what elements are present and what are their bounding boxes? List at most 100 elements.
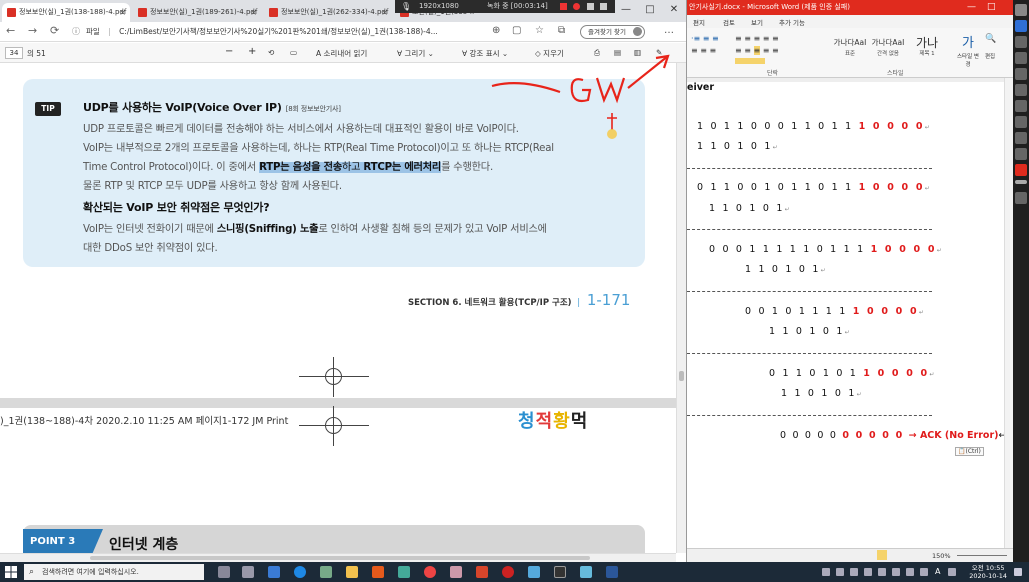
style-change-icon[interactable]: 가 (959, 32, 977, 51)
bullets-icon[interactable]: ·≡ ≡ ≡ (691, 34, 731, 43)
menu-item[interactable]: 검토 (723, 17, 735, 27)
task-view-icon[interactable] (218, 566, 230, 578)
cloud-icon[interactable] (836, 568, 844, 576)
minimize-button[interactable]: — (614, 0, 638, 20)
pen-icon[interactable] (600, 3, 607, 10)
read-aloud-button[interactable]: A 소리내어 읽기 (316, 48, 367, 59)
color-swatch-icon[interactable] (1015, 164, 1027, 176)
style-no-spacing[interactable]: 가나다AaI 간격 없음 (870, 36, 906, 62)
menu-item[interactable]: 편지 (693, 17, 705, 27)
clear-icon[interactable] (1015, 148, 1027, 160)
terminal-icon[interactable] (554, 566, 566, 578)
network-icon[interactable] (892, 568, 900, 576)
edge-icon[interactable] (294, 566, 306, 578)
menu-item[interactable]: 추가 기능 (779, 17, 805, 27)
search-app-icon[interactable] (320, 566, 332, 578)
pin-icon[interactable]: ✎ (656, 48, 662, 57)
collections-icon[interactable]: ⧉ (558, 25, 565, 36)
eraser-icon[interactable] (1015, 116, 1027, 128)
camera-icon[interactable] (587, 3, 594, 10)
address-input[interactable]: 파일 | C:/LimBest/보안기사책/정보보안기사%20실기%201판%2… (86, 26, 438, 37)
align-icon[interactable]: ≡ ≡ ≡ (691, 46, 731, 55)
print-icon[interactable]: ⎙ (594, 48, 600, 58)
read-mode-icon[interactable]: ▢ (512, 25, 521, 36)
fit-page-icon[interactable]: ▭ (290, 48, 297, 57)
word-icon[interactable] (606, 566, 618, 578)
paragraph-tools[interactable]: ≡ ≡ ≡ ≡ ≡ (735, 34, 825, 43)
save-icon[interactable]: ▤ (614, 48, 621, 57)
text-icon[interactable] (1015, 132, 1027, 144)
edit-label[interactable]: 편집 (985, 52, 995, 60)
powerpoint-icon[interactable] (476, 566, 488, 578)
app-icon[interactable] (528, 566, 540, 578)
person-icon[interactable] (822, 568, 830, 576)
file-explorer-icon[interactable] (346, 566, 358, 578)
arrow-icon[interactable] (1015, 84, 1027, 96)
word-document[interactable]: eiver 1 0 1 1 0 0 0 1 1 0 1 1 1 0 0 0 0↵… (687, 78, 1013, 548)
vertical-scrollbar[interactable] (1004, 78, 1013, 548)
menu-item[interactable]: 보기 (751, 17, 763, 27)
close-icon[interactable] (1015, 4, 1027, 16)
view-mode-icon[interactable] (877, 550, 887, 560)
scrollbar-thumb[interactable] (90, 556, 590, 560)
notifications-icon[interactable] (1014, 568, 1022, 576)
zoom-out-button[interactable]: − (225, 46, 233, 57)
forward-button[interactable]: → (28, 24, 37, 37)
favorites-button[interactable]: 즐겨찾기 찾기 (580, 25, 645, 39)
office-icon[interactable] (372, 566, 384, 578)
horizontal-scrollbar[interactable] (0, 553, 676, 562)
chevron-up-icon[interactable] (850, 568, 858, 576)
tab-pdf-262[interactable]: 정보보안(실)_1권(262-334)-4.pdf × (264, 3, 392, 22)
pen-icon[interactable] (1015, 20, 1027, 32)
vertical-scrollbar[interactable] (676, 63, 686, 553)
scrollbar-thumb[interactable] (679, 371, 684, 381)
style-change-label[interactable]: 스타일 변경 (955, 52, 981, 68)
reload-button[interactable]: ⟳ (50, 24, 59, 37)
shading-icon[interactable] (735, 58, 765, 64)
zoom-in-button[interactable]: + (248, 46, 256, 57)
battery-icon[interactable] (920, 568, 928, 576)
maximize-button[interactable]: □ (638, 0, 662, 20)
save-as-icon[interactable]: ▥ (634, 48, 641, 57)
style-normal[interactable]: 가나다AaI 표준 (832, 36, 868, 62)
taskbar-search-input[interactable]: ⌕ 검색하려면 여기에 입력하십시오. (24, 564, 204, 580)
close-icon[interactable]: × (250, 3, 257, 22)
app-icon[interactable] (450, 566, 462, 578)
page-number-input[interactable]: 34 (5, 47, 23, 59)
stop-icon[interactable] (573, 3, 580, 10)
volume-icon[interactable] (906, 568, 914, 576)
close-icon[interactable]: × (381, 3, 388, 22)
indent-tools[interactable]: ≡ ≡ ≡ ≡ ≡ (735, 46, 825, 55)
rectangle-icon[interactable] (1015, 100, 1027, 112)
back-button[interactable]: ← (6, 24, 15, 37)
close-button[interactable]: ✕ (662, 0, 686, 20)
highlighter-icon[interactable] (1015, 52, 1027, 64)
tray-app-icon[interactable] (878, 568, 886, 576)
tray-app-icon[interactable] (864, 568, 872, 576)
info-icon[interactable]: ⓘ (72, 26, 80, 37)
tab-pdf-138[interactable]: 정보보안(실)_1권(138-188)-4.pdf × (2, 3, 130, 22)
paste-options-popup[interactable]: 📋(Ctrl) (955, 447, 984, 456)
windows-start-icon[interactable] (4, 565, 18, 579)
minimize-button[interactable]: — (967, 0, 976, 15)
clock[interactable]: 오전 10:55 2020-10-14 (969, 564, 1007, 580)
ime-indicator[interactable]: A (935, 567, 940, 576)
options-icon[interactable] (1015, 192, 1027, 204)
marker-icon[interactable] (1015, 36, 1027, 48)
erase-button[interactable]: ◇ 지우기 (535, 48, 564, 59)
rotate-icon[interactable]: ⟲ (268, 48, 274, 57)
zoom-slider[interactable] (957, 555, 1007, 556)
mail-icon[interactable] (268, 566, 280, 578)
highlight-button[interactable]: ∀ 강조 표시 ⌄ (462, 48, 508, 59)
chrome-icon[interactable] (424, 566, 436, 578)
pause-icon[interactable] (560, 3, 567, 10)
recorder-icon[interactable] (502, 566, 514, 578)
thickness-icon[interactable] (1015, 180, 1027, 184)
more-icon[interactable]: … (664, 25, 674, 36)
tab-pdf-189[interactable]: 정보보안(실)_1권(189-261)-4.pdf × (133, 3, 261, 22)
draw-button[interactable]: ∀ 그리기 ⌄ (397, 48, 434, 59)
keyboard-icon[interactable] (948, 568, 956, 576)
binoculars-icon[interactable]: 🔍 (985, 34, 996, 44)
close-icon[interactable]: × (119, 3, 126, 22)
app-icon[interactable] (580, 566, 592, 578)
